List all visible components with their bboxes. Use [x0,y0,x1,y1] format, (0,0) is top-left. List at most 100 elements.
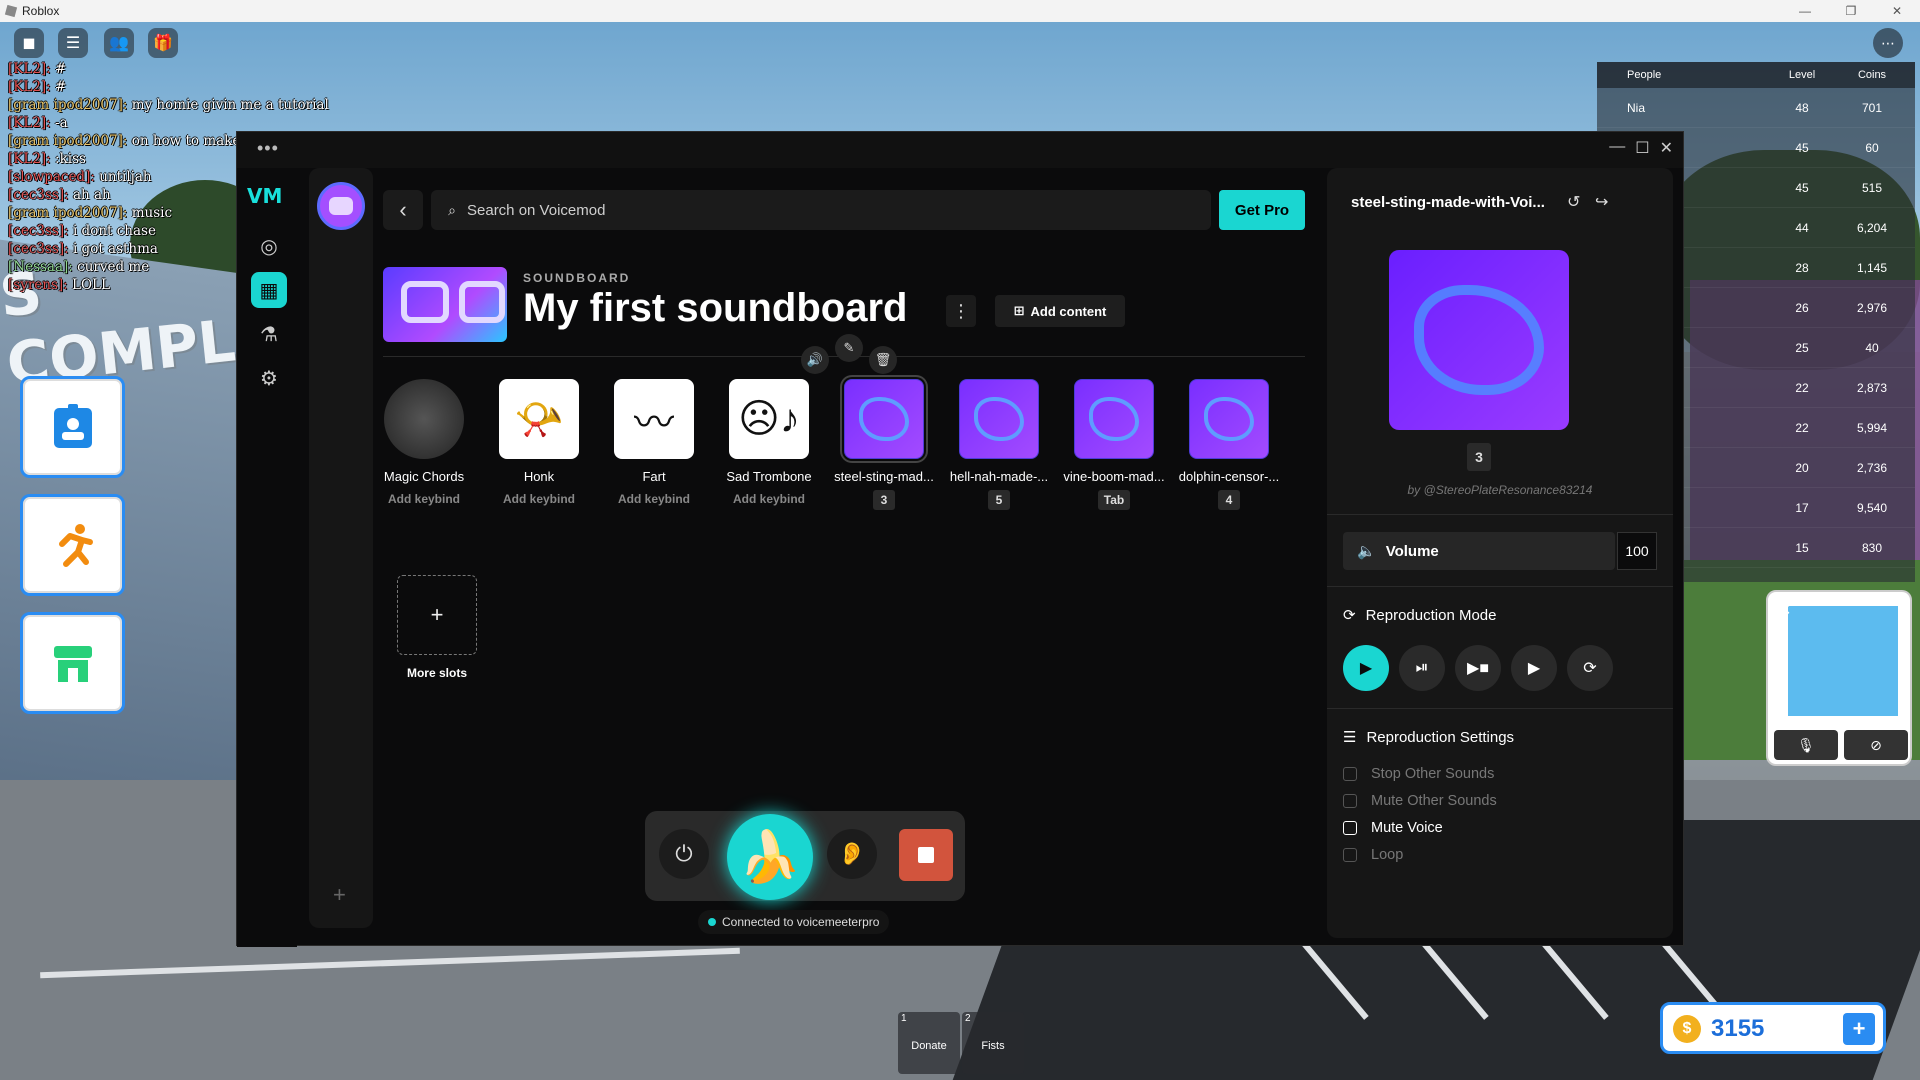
leaderboard-coins: 9,540 [1856,500,1888,515]
sound-thumbnail[interactable]: ☹♪ [729,379,809,459]
minimize-button[interactable]: — [1609,138,1625,158]
keybind-badge[interactable]: 4 [1218,490,1240,510]
maximize-button[interactable]: ☐ [1635,138,1649,158]
running-man-icon [58,524,93,567]
play-overlap-mode-button[interactable]: ▶ [1511,645,1557,691]
checkbox[interactable] [1343,821,1357,835]
sound-tile[interactable]: 〰 Fart Add keybind [599,379,709,506]
sound-tile[interactable]: Magic Chords Add keybind [369,379,479,506]
play-pause-mode-button[interactable]: ⏯ [1399,645,1445,691]
setting-checkbox-row[interactable]: Mute Other Sounds [1343,793,1497,809]
trash-icon[interactable]: 🗑 [869,346,897,374]
sound-thumbnail[interactable]: 〰 [614,379,694,459]
sound-author: by @StereoPlateResonance83214 [1407,483,1593,497]
badge-button[interactable] [20,376,125,478]
add-keybind-link[interactable]: Add keybind [714,492,824,506]
chat-text: my homie givin me a tutorial [131,97,329,113]
edit-pencil-icon[interactable]: ✎ [835,334,863,362]
sound-tile[interactable]: dolphin-censor-... 4 [1174,379,1284,510]
chat-toggle-button[interactable]: ☰ [58,28,88,58]
chat-text: music [131,205,173,221]
search-input[interactable] [467,201,1167,219]
close-button[interactable]: ✕ [1660,138,1673,158]
power-button[interactable]: ⏻ [659,829,709,879]
sound-tile[interactable]: hell-nah-made-... 5 [944,379,1054,510]
sound-name: vine-boom-mad... [1063,469,1165,484]
buy-coins-button[interactable]: + [1843,1013,1875,1045]
main-panel: ‹ ⌕ Get Pro SOUNDBOARD My first soundboa… [383,168,1319,947]
stop-button[interactable] [899,829,953,881]
checkbox[interactable] [1343,794,1357,808]
reset-icon[interactable]: ↺ [1567,192,1580,212]
checkbox[interactable] [1343,848,1357,862]
gift-button[interactable]: 🎁 [148,28,178,58]
sound-name: dolphin-censor-... [1178,469,1280,484]
back-button[interactable]: ‹ [383,190,423,230]
get-pro-button[interactable]: Get Pro [1219,190,1305,230]
export-icon[interactable]: ↪ [1595,192,1608,212]
sound-thumbnail[interactable] [844,379,924,459]
sound-tile[interactable]: ☹♪ Sad Trombone Add keybind [714,379,824,506]
settings-gear-icon[interactable]: ⚙ [251,360,287,396]
hear-myself-button[interactable]: 👂 [827,829,877,879]
roblox-menu-button[interactable]: ◼ [14,28,44,58]
chat-username: [gram ipod2007]: [8,133,128,149]
add-content-button[interactable]: ⊞ Add content [995,295,1125,327]
more-slots-button[interactable]: + [397,575,477,655]
emote-button[interactable] [20,494,125,596]
keybind-badge[interactable]: 3 [873,490,895,510]
chat-username: [KL2]: [8,79,51,95]
camera-off-button[interactable]: ⊘ [1844,730,1908,760]
soundboard-nav-icon[interactable]: ▦ [251,272,287,308]
sound-thumbnail[interactable] [1189,379,1269,459]
setting-checkbox-row[interactable]: Stop Other Sounds [1343,766,1494,782]
setting-label: Mute Other Sounds [1371,793,1497,809]
sound-glyph-icon: 〰 [634,401,674,445]
sound-tile[interactable]: 📯 Honk Add keybind [484,379,594,506]
speaker-icon[interactable]: 🔊 [801,346,829,374]
sound-tile[interactable]: vine-boom-mad... Tab [1059,379,1169,510]
soundboard-options-button[interactable]: ⋮ [946,295,976,327]
play-restart-mode-button[interactable]: ▶ [1343,645,1389,691]
reproduction-mode-header: ⟳ Reproduction Mode [1343,606,1497,625]
voice-avatar-button[interactable]: 🍌 [727,814,813,900]
shop-button[interactable] [20,612,125,714]
chat-username: [KL2]: [8,151,51,167]
sound-keybind[interactable]: 3 [1467,443,1491,471]
keybind-badge[interactable]: Tab [1097,490,1131,510]
voicemod-menu-icon[interactable]: ••• [257,138,279,159]
more-options-icon[interactable]: ⋯ [1873,28,1903,58]
leaderboard-row[interactable]: Nia 48 701 [1597,88,1915,128]
close-icon[interactable]: ✕ [1778,600,1791,620]
friends-button[interactable]: 👥 [104,28,134,58]
hotbar-slot[interactable]: 1 Donate [898,1012,960,1074]
soundboard-avatar[interactable] [317,182,365,230]
keybind-badge[interactable]: 5 [988,490,1010,510]
volume-slider[interactable]: 🔈 Volume [1343,532,1615,570]
voicelab-icon[interactable]: ⚗ [251,316,287,352]
volume-value[interactable]: 100 [1617,532,1657,570]
hotbar-slot[interactable]: 2 Fists [962,1012,1024,1074]
sound-thumbnail[interactable] [384,379,464,459]
sound-tile[interactable]: steel-sting-mad... 3 [829,379,939,510]
add-keybind-link[interactable]: Add keybind [484,492,594,506]
search-bar[interactable]: ⌕ [431,190,1211,230]
sound-detail-panel: steel-sting-made-with-Voi... ↺ ↪ 3 by @S… [1327,168,1673,938]
sound-thumbnail[interactable] [959,379,1039,459]
add-keybind-link[interactable]: Add keybind [599,492,709,506]
add-keybind-link[interactable]: Add keybind [369,492,479,506]
sound-thumbnail[interactable] [1074,379,1154,459]
soundboard-cover [383,267,507,342]
microphone-button[interactable]: 🎙 [1774,730,1838,760]
setting-checkbox-row[interactable]: Loop [1343,847,1403,863]
leaderboard-level: 25 [1795,340,1809,355]
sound-thumbnail[interactable]: 📯 [499,379,579,459]
sound-name: steel-sting-mad... [834,469,934,484]
setting-checkbox-row[interactable]: Mute Voice [1343,820,1443,836]
add-soundboard-button[interactable]: + [333,882,346,908]
checkbox[interactable] [1343,767,1357,781]
coins-display: $ 3155 + [1660,1002,1886,1054]
compass-icon[interactable]: ◎ [251,228,287,264]
loop-mode-button[interactable]: ⟳ [1567,645,1613,691]
play-stop-mode-button[interactable]: ▶■ [1455,645,1501,691]
